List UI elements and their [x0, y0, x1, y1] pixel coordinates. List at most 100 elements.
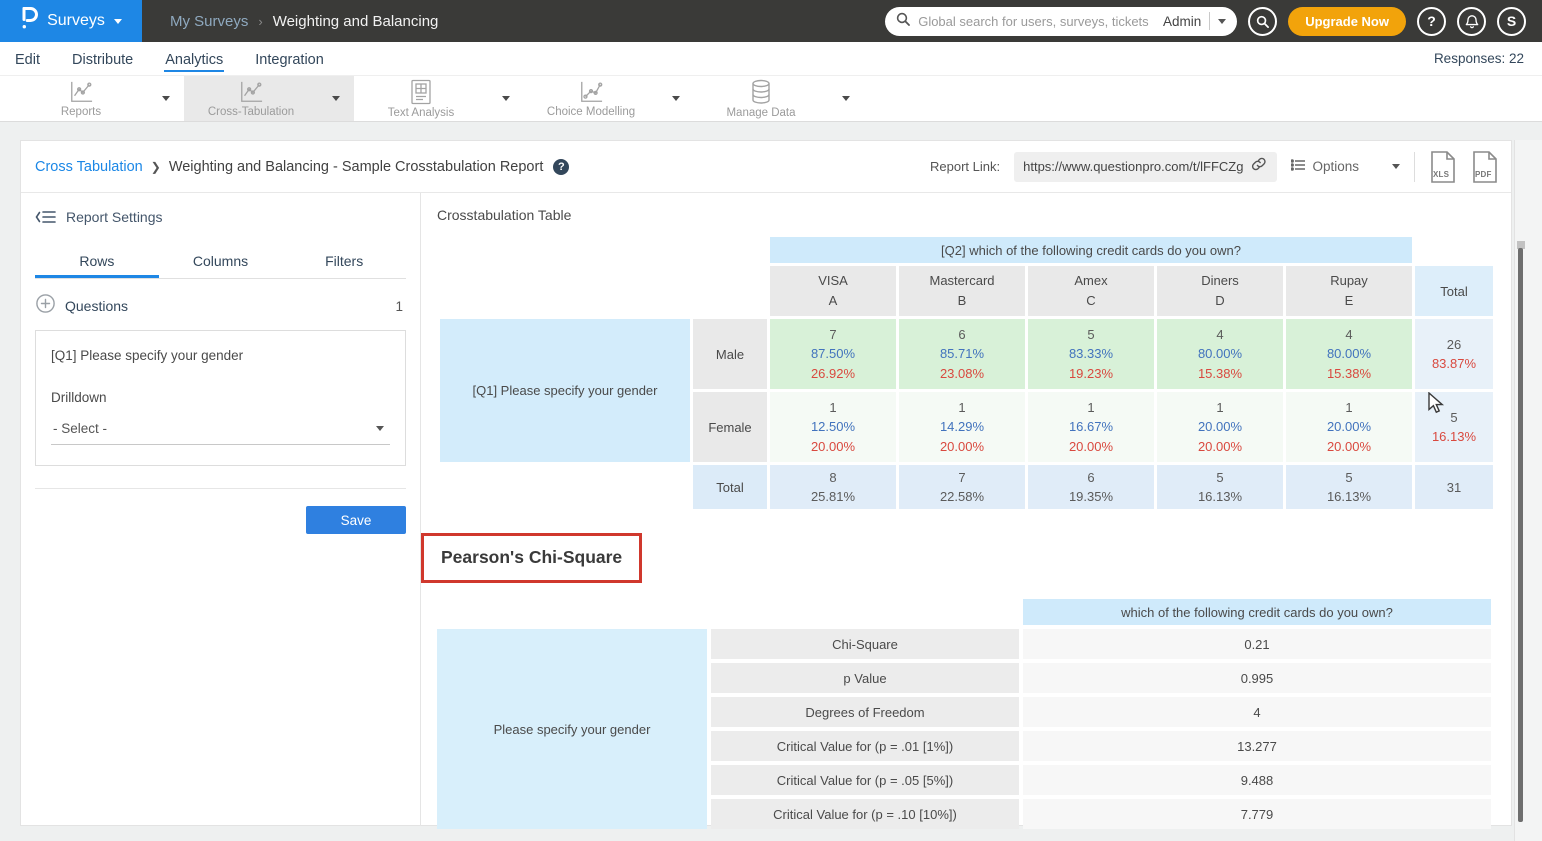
global-search[interactable]: Admin [885, 7, 1237, 36]
settings-tab-columns[interactable]: Columns [159, 245, 283, 278]
survey-nav: Edit Distribute Analytics Integration Respo… [0, 42, 1542, 76]
crosstab-row-group-header: [Q1] Please specify your gender [440, 319, 690, 462]
options-caret-icon [1392, 164, 1400, 169]
tab-edit[interactable]: Edit [14, 46, 41, 72]
divider [35, 488, 406, 489]
drilldown-caret-icon [376, 426, 384, 431]
tab-analytics[interactable]: Analytics [164, 46, 224, 72]
settings-tab-rows[interactable]: Rows [35, 245, 159, 278]
crosstab-column-total: 722.58% [899, 465, 1025, 509]
crosstab-column-group-header: [Q2] which of the following credit cards… [770, 237, 1412, 263]
question-text: [Q1] Please specify your gender [51, 348, 390, 363]
toolbar-caret-icon[interactable] [658, 76, 694, 121]
crosstab-cell: 787.50%26.92% [770, 319, 896, 389]
chi-square-table: which of the following credit cards do y… [433, 595, 1495, 833]
chi-stat-value: 0.995 [1023, 663, 1491, 693]
chi-stat-label: Critical Value for (p = .10 [10%]) [711, 799, 1019, 829]
tab-integration[interactable]: Integration [254, 46, 325, 72]
toolbar-choice-modelling[interactable]: Choice Modelling [524, 76, 694, 121]
report-link-url[interactable]: https://www.questionpro.com/t/lFFCZg [1023, 159, 1243, 174]
settings-tab-filters[interactable]: Filters [282, 245, 406, 278]
cross-tabulation-link[interactable]: Cross Tabulation [35, 159, 143, 175]
crosstab-column-header: DinersD [1157, 266, 1283, 316]
responses-count[interactable]: Responses: 22 [1434, 51, 1524, 66]
scrollbar-track[interactable] [1514, 140, 1542, 841]
crosstab-cell: 480.00%15.38% [1286, 319, 1412, 389]
chi-stat-value: 7.779 [1023, 799, 1491, 829]
chi-stat-value: 0.21 [1023, 629, 1491, 659]
breadcrumb-separator: › [258, 14, 262, 29]
topbar-actions: Admin Upgrade Now ? S [885, 7, 1542, 36]
report-breadcrumb: Cross Tabulation ❯ Weighting and Balanci… [35, 159, 569, 175]
toolbar-reports[interactable]: Reports [14, 76, 184, 121]
questions-row[interactable]: Questions 1 [35, 279, 406, 330]
chi-stat-label: Chi-Square [711, 629, 1019, 659]
toolbar-caret-icon[interactable] [488, 76, 524, 121]
topbar: Surveys My Surveys › Weighting and Balan… [0, 0, 1542, 42]
document-grid-icon [410, 79, 432, 105]
line-chart-icon [68, 80, 94, 104]
question-card: [Q1] Please specify your gender Drilldow… [35, 330, 406, 466]
questions-count: 1 [395, 299, 403, 314]
export-pdf-button[interactable]: PDF [1471, 151, 1499, 183]
save-button[interactable]: Save [306, 506, 406, 534]
search-input[interactable] [918, 14, 1155, 29]
crosstab-table: [Q2] which of the following credit cards… [437, 234, 1496, 512]
report-link-label: Report Link: [930, 159, 1000, 174]
report-header: Cross Tabulation ❯ Weighting and Balanci… [21, 141, 1511, 193]
line-chart-icon [238, 80, 264, 104]
crosstab-column-header: RupayE [1286, 266, 1412, 316]
report-settings-title: Report Settings [66, 209, 163, 225]
crosstab-column-total: 516.13% [1157, 465, 1283, 509]
chi-column-header: which of the following credit cards do y… [1023, 599, 1491, 625]
breadcrumb: My Surveys › Weighting and Balancing [170, 13, 438, 30]
report-link-field[interactable]: https://www.questionpro.com/t/lFFCZg [1014, 152, 1277, 182]
crosstab-cell: 112.50%20.00% [770, 392, 896, 462]
divider [1209, 12, 1210, 30]
drilldown-select[interactable]: - Select - [51, 421, 390, 445]
collapse-panel-icon[interactable] [35, 210, 57, 224]
chi-stat-label: Critical Value for (p = .05 [5%]) [711, 765, 1019, 795]
notifications-button[interactable] [1457, 7, 1486, 36]
settings-tabs: RowsColumnsFilters [35, 245, 406, 279]
toolbar-caret-icon[interactable] [318, 76, 354, 121]
crosstab-cell: 120.00%20.00% [1286, 392, 1412, 462]
breadcrumb-my-surveys[interactable]: My Surveys [170, 13, 248, 30]
add-question-icon[interactable] [36, 294, 55, 318]
crosstab-column-header: MastercardB [899, 266, 1025, 316]
scrollbar-thumb[interactable] [1518, 248, 1523, 822]
chi-row-header: Please specify your gender [437, 629, 707, 829]
options-dropdown[interactable]: Options [1291, 159, 1400, 174]
toolbar-text-analysis[interactable]: Text Analysis [354, 76, 524, 121]
account-avatar[interactable]: S [1497, 7, 1526, 36]
search-scope-value[interactable]: Admin [1163, 14, 1201, 29]
search-submit-button[interactable] [1248, 7, 1277, 36]
nav-tabs: Edit Distribute Analytics Integration [14, 42, 325, 75]
toolbar-caret-icon[interactable] [148, 76, 184, 121]
crosstab-grand-total: 31 [1415, 465, 1493, 509]
crosstab-main: Crosstabulation Table [Q2] which of the … [421, 193, 1511, 826]
help-button[interactable]: ? [1417, 7, 1446, 36]
crosstab-total-row-label: Total [693, 465, 767, 509]
crosstab-total-column-header: Total [1415, 266, 1493, 316]
link-icon[interactable] [1251, 157, 1268, 176]
drilldown-selected-value: - Select - [53, 421, 107, 436]
report-help-icon[interactable]: ? [553, 159, 569, 175]
breadcrumb-separator: ❯ [151, 160, 161, 174]
questions-label: Questions [65, 298, 128, 314]
toolbar-cross-tabulation[interactable]: Cross-Tabulation [184, 76, 354, 121]
chi-square-highlight-box: Pearson's Chi-Square [421, 533, 642, 583]
export-xls-button[interactable]: XLS [1429, 151, 1457, 183]
options-label: Options [1312, 159, 1359, 174]
search-scope-caret-icon[interactable] [1218, 19, 1226, 24]
analytics-toolbar: ReportsCross-TabulationText AnalysisChoi… [0, 76, 1542, 122]
toolbar-caret-icon[interactable] [828, 76, 864, 121]
product-switcher[interactable]: Surveys [0, 0, 142, 42]
crosstab-row-total: 2683.87% [1415, 319, 1493, 389]
chi-stat-value: 9.488 [1023, 765, 1491, 795]
database-icon [749, 79, 773, 105]
chi-stat-label: Degrees of Freedom [711, 697, 1019, 727]
toolbar-manage-data[interactable]: Manage Data [694, 76, 864, 121]
tab-distribute[interactable]: Distribute [71, 46, 134, 72]
upgrade-now-button[interactable]: Upgrade Now [1288, 7, 1406, 36]
